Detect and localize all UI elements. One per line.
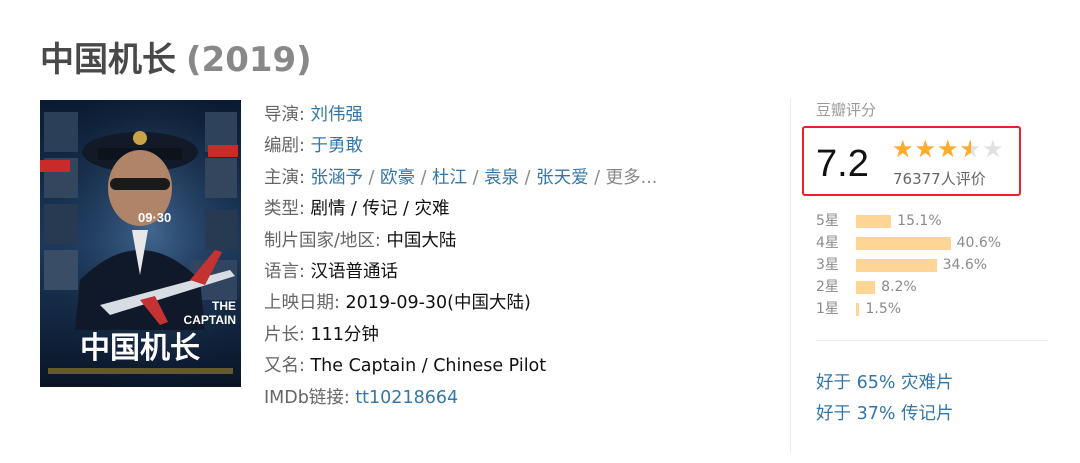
- rating-bar: [856, 281, 876, 294]
- language-label: 语言: [264, 261, 299, 282]
- language-value: 汉语普通话: [310, 261, 398, 282]
- writer-label: 编剧: [264, 136, 299, 157]
- rating-row: 4星 40.6%: [816, 232, 1046, 254]
- star-icon: ★★: [914, 135, 937, 163]
- release-row: 上映日期: 2019-09-30(中国大陆): [264, 293, 531, 314]
- rating-row-label: 4星: [816, 235, 839, 251]
- release-value: 2019-09-30(中国大陆): [345, 293, 531, 314]
- poster-artwork: 09·30 THE CAPTAIN 中国机长: [40, 100, 241, 387]
- aka-value: The Captain / Chinese Pilot: [310, 356, 547, 377]
- director-row: 导演: 刘伟强: [264, 105, 363, 125]
- rating-bar: [856, 215, 892, 228]
- rating-score: 7.2: [816, 143, 869, 185]
- cast-more-link[interactable]: 更多...: [606, 168, 658, 188]
- cast-link[interactable]: 欧豪: [380, 168, 415, 188]
- star-rating: ★★★★★★★★★★: [892, 135, 1007, 163]
- movie-year: (2019): [186, 40, 312, 80]
- cast-link[interactable]: 袁泉: [484, 168, 519, 188]
- column-divider: [790, 98, 791, 453]
- imdb-label: IMDb链接: [264, 387, 344, 408]
- rating-row-percent: 1.5%: [865, 301, 902, 317]
- director-label: 导演: [264, 105, 299, 125]
- runtime-value: 111分钟: [310, 324, 379, 345]
- rating-distribution: 5星 15.1% 4星 40.6% 3星 34.6% 2星 8.2% 1星 1.5%: [816, 210, 1046, 320]
- poster-release-tag: 09·30: [138, 210, 171, 225]
- star-icon: ★★: [982, 135, 1004, 163]
- rating-row-percent: 8.2%: [881, 279, 917, 295]
- star-icon: ★★: [892, 135, 914, 163]
- poster-en-title-1: THE: [212, 299, 236, 313]
- rating-panel-title: 豆瓣评分: [816, 101, 877, 119]
- rating-row-percent: 40.6%: [956, 235, 1002, 251]
- rating-bar: [856, 303, 860, 316]
- rating-row: 1星 1.5%: [816, 298, 1046, 320]
- cast-link[interactable]: 张涵予: [310, 168, 363, 188]
- genre-value: 剧情 / 传记 / 灾难: [310, 199, 450, 220]
- poster-cn-title: 中国机长: [80, 331, 200, 366]
- country-value: 中国大陆: [386, 230, 457, 251]
- writer-row: 编剧: 于勇敢: [264, 136, 363, 157]
- country-label: 制片国家/地区: [264, 230, 375, 251]
- rating-row-label: 1星: [816, 301, 839, 317]
- better-than-item[interactable]: 好于 65% 灾难片: [816, 368, 1048, 399]
- movie-info: 导演: 刘伟强 编剧: 于勇敢 主演: 张涵予 / 欧豪 / 杜江 / 袁泉 /…: [264, 100, 734, 414]
- rating-row: 5星 15.1%: [816, 210, 1046, 232]
- rating-row-percent: 15.1%: [897, 213, 942, 229]
- runtime-row: 片长: 111分钟: [264, 324, 379, 345]
- movie-poster[interactable]: 09·30 THE CAPTAIN 中国机长: [40, 100, 241, 387]
- poster-en-title-2: CAPTAIN: [184, 313, 236, 327]
- rating-row-percent: 34.6%: [942, 257, 988, 273]
- rating-bar: [856, 259, 937, 272]
- cast-link[interactable]: 杜江: [432, 168, 467, 188]
- runtime-label: 片长: [264, 324, 299, 345]
- country-row: 制片国家/地区: 中国大陆: [264, 230, 457, 251]
- rating-row: 2星 8.2%: [816, 276, 1046, 298]
- star-icon: ★★: [959, 135, 982, 163]
- panel-divider: [816, 340, 1048, 341]
- page-title: 中国机长 (2019): [40, 32, 312, 81]
- release-label: 上映日期: [264, 293, 334, 314]
- movie-name: 中国机长: [40, 40, 176, 80]
- rating-bar: [856, 237, 951, 250]
- aka-label: 又名: [264, 356, 299, 377]
- cast-label: 主演: [264, 167, 299, 188]
- imdb-row: IMDb链接: tt10218664: [264, 387, 459, 408]
- writer-link[interactable]: 于勇敢: [310, 136, 363, 156]
- rating-row-label: 5星: [816, 213, 839, 229]
- cast-link[interactable]: 张天爱: [536, 168, 589, 188]
- genre-row: 类型: 剧情 / 传记 / 灾难: [264, 199, 450, 220]
- rating-panel: 豆瓣评分 7.2 ★★★★★★★★★★ 76377人评价 5星15.1%4星40…: [802, 98, 1048, 317]
- cast-row: 主演: 张涵予 / 欧豪 / 杜江 / 袁泉 / 张天爱 / 更多...: [264, 167, 658, 188]
- better-than-list: 好于 65% 灾难片 好于 37% 传记片: [816, 368, 1048, 430]
- imdb-link[interactable]: tt10218664: [355, 388, 458, 408]
- director-link[interactable]: 刘伟强: [310, 105, 363, 125]
- aka-row: 又名: The Captain / Chinese Pilot: [264, 356, 547, 377]
- rating-row-label: 2星: [816, 279, 839, 295]
- better-than-item[interactable]: 好于 37% 传记片: [816, 399, 1048, 430]
- language-row: 语言: 汉语普通话: [264, 261, 398, 282]
- rating-row-label: 3星: [816, 257, 839, 273]
- star-icon: ★★: [937, 135, 959, 163]
- vote-count-link[interactable]: 76377人评价: [893, 168, 986, 189]
- genre-label: 类型: [264, 199, 299, 220]
- rating-row: 3星 34.6%: [816, 254, 1046, 276]
